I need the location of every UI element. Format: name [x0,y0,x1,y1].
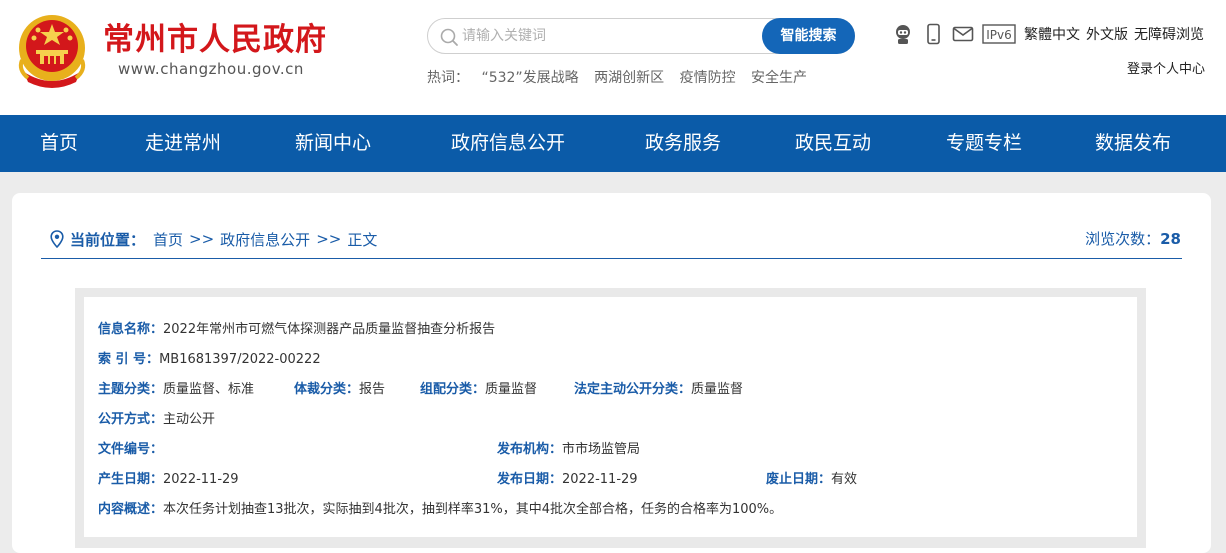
search-input[interactable] [462,24,762,48]
nav-item-data[interactable]: 数据发布 [1095,115,1171,172]
info-topic-value: 质量监督、标准 [163,382,255,397]
ipv6-label: IPv6 [986,28,1012,42]
hot-word-link[interactable]: 两湖创新区 [594,70,664,86]
info-topic: 主题分类：质量监督、标准 [98,378,254,397]
nav-item-services[interactable]: 政务服务 [645,115,721,172]
info-summary-value: 本次任务计划抽查13批次，实际抽到4批次，抽到样率31%，其中4批次全部合格，任… [163,502,783,517]
info-method-label: 公开方式： [98,412,164,427]
info-abolished-value: 有效 [831,472,858,487]
info-name-label: 信息名称： [98,322,164,337]
info-row-name: 信息名称：2022年常州市可燃气体探测器产品质量监督抽查分析报告 [98,318,495,337]
traditional-chinese-link[interactable]: 繁體中文 [1024,24,1080,44]
info-legal-class: 法定主动公开分类：质量监督 [574,378,743,397]
view-count: 浏览次数：28 [1085,228,1181,249]
info-genre: 体裁分类：报告 [294,378,385,397]
info-publisher-value: 市市场监管局 [562,442,641,457]
search-icon [440,28,458,46]
hot-word-link[interactable]: 安全生产 [751,70,807,86]
info-genre-value: 报告 [359,382,386,397]
national-emblem-icon[interactable] [14,10,90,90]
info-abolished-label: 废止日期： [766,472,832,487]
login-personal-center-link[interactable]: 登录个人中心 [1127,58,1205,77]
hot-words-label: 热词： [427,70,469,86]
mobile-icon[interactable] [922,23,944,45]
info-index-value: MB1681397/2022-00222 [159,352,321,367]
info-doc-no-label: 文件编号： [98,442,164,457]
breadcrumb-item-home[interactable]: 首页 [153,229,183,250]
info-method: 公开方式：主动公开 [98,408,215,427]
info-summary-label: 内容概述： [98,502,164,517]
info-legal-value: 质量监督 [691,382,744,397]
hot-word-link[interactable]: “532”发展战略 [481,70,578,86]
view-count-label: 浏览次数： [1085,230,1161,248]
info-published: 发布日期：2022-11-29 [497,468,638,487]
search-box: 智能搜索 [427,18,855,54]
site-url: www.changzhou.gov.cn [118,60,304,78]
site-title[interactable]: 常州市人民政府 [103,20,327,60]
top-tools: IPv6 繁體中文 外文版 无障碍浏览 [892,22,1204,46]
main-nav: 首页 走进常州 新闻中心 政府信息公开 政务服务 政民互动 专题专栏 数据发布 [0,115,1226,172]
nav-item-topics[interactable]: 专题专栏 [946,115,1022,172]
smart-search-button[interactable]: 智能搜索 [762,18,855,54]
breadcrumb-separator: >> [316,230,342,248]
nav-item-news[interactable]: 新闻中心 [295,115,371,172]
nav-item-about[interactable]: 走进常州 [145,115,221,172]
hot-words: 热词： “532”发展战略 两湖创新区 疫情防控 安全生产 [427,67,818,87]
nav-item-gov-info[interactable]: 政府信息公开 [451,115,565,172]
hot-word-link[interactable]: 疫情防控 [680,70,736,86]
breadcrumb-item-gov-info[interactable]: 政府信息公开 [220,229,310,250]
info-genre-label: 体裁分类： [294,382,360,397]
info-created-value: 2022-11-29 [163,472,239,487]
breadcrumb: 当前位置： 首页 >> 政府信息公开 >> 正文 [50,228,377,250]
ipv6-icon: IPv6 [982,24,1016,44]
info-row-index: 索 引 号：MB1681397/2022-00222 [98,348,321,367]
mail-icon[interactable] [952,23,974,45]
location-pin-icon [50,230,64,248]
site-header: 常州市人民政府 www.changzhou.gov.cn 智能搜索 热词： “5… [0,0,1226,115]
info-created-label: 产生日期： [98,472,164,487]
info-topic-label: 主题分类： [98,382,164,397]
nav-item-interaction[interactable]: 政民互动 [795,115,871,172]
breadcrumb-item-current: 正文 [347,230,378,249]
breadcrumb-label: 当前位置： [70,230,146,249]
accessible-browse-link[interactable]: 无障碍浏览 [1134,24,1204,44]
info-legal-label: 法定主动公开分类： [574,382,692,397]
info-org-class: 组配分类：质量监督 [420,378,537,397]
info-org-class-value: 质量监督 [485,382,538,397]
info-summary: 内容概述：本次任务计划抽查13批次，实际抽到4批次，抽到样率31%，其中4批次全… [98,498,782,517]
nav-item-home[interactable]: 首页 [40,115,78,172]
foreign-version-link[interactable]: 外文版 [1086,24,1128,44]
info-abolished: 废止日期：有效 [766,468,857,487]
robot-icon[interactable] [892,23,914,45]
info-publisher-label: 发布机构： [497,442,563,457]
info-name-value: 2022年常州市可燃气体探测器产品质量监督抽查分析报告 [163,322,496,337]
info-method-value: 主动公开 [163,412,216,427]
info-doc-no: 文件编号： [98,438,163,457]
breadcrumb-divider [41,258,1182,259]
breadcrumb-separator: >> [189,230,215,248]
info-index-label: 索 引 号： [98,352,160,367]
info-published-value: 2022-11-29 [562,472,638,487]
info-publisher: 发布机构：市市场监管局 [497,438,640,457]
info-published-label: 发布日期： [497,472,563,487]
view-count-value: 28 [1160,230,1181,248]
info-org-class-label: 组配分类： [420,382,486,397]
info-created: 产生日期：2022-11-29 [98,468,239,487]
